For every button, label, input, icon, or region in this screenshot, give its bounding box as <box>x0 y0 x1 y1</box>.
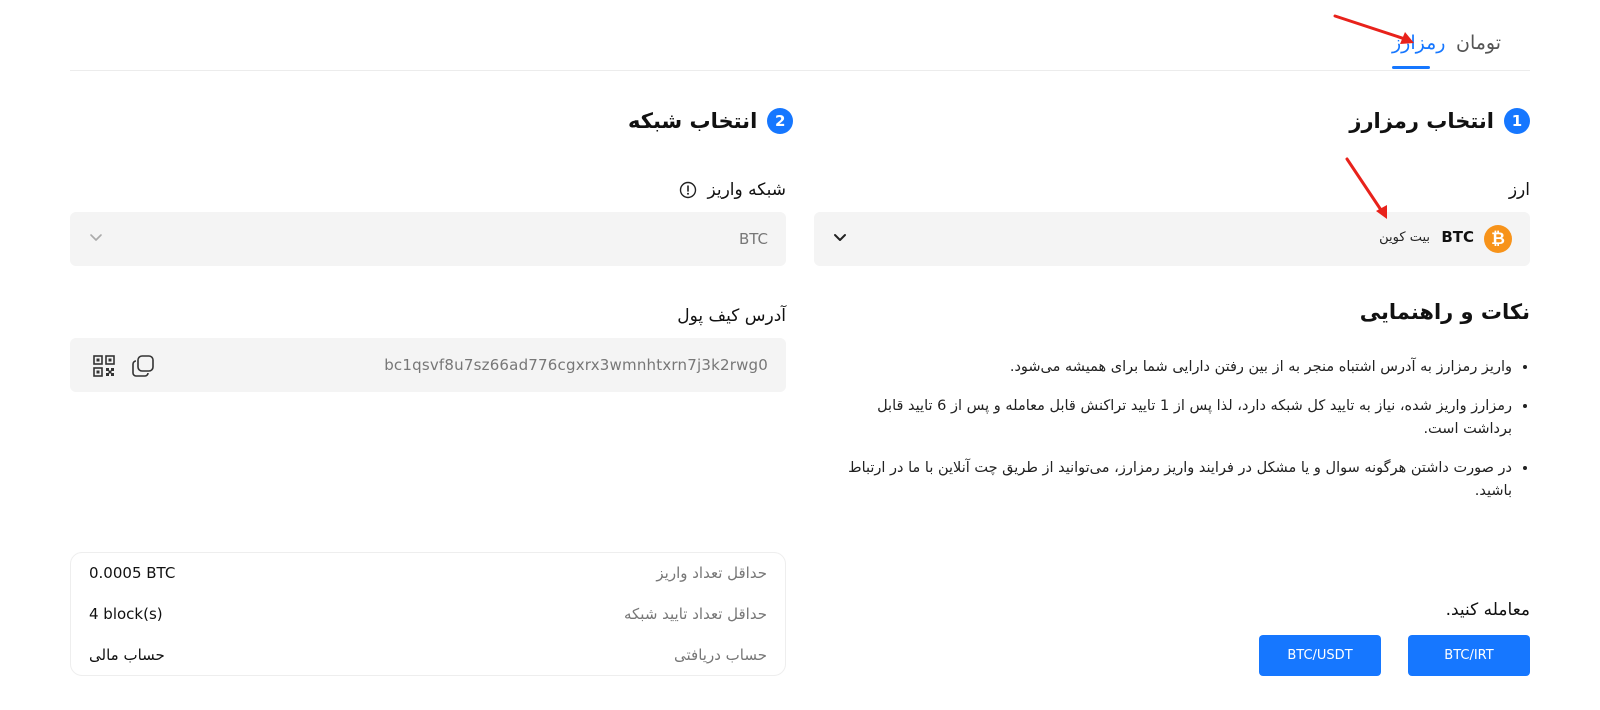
deposit-info-box: 0.0005 BTC حداقل تعداد واریز 4 block(s) … <box>70 552 786 676</box>
step-1-badge: 1 <box>1504 108 1530 134</box>
info-row-receiving-account: حساب مالی حساب دریافتی <box>89 643 767 667</box>
network-label-row: شبکه واریز <box>679 180 786 200</box>
step-2-heading: 2 انتخاب شبکه <box>628 108 794 134</box>
bitcoin-icon: ₿ <box>1484 225 1512 253</box>
active-tab-indicator <box>1392 66 1430 69</box>
network-select[interactable]: BTC <box>70 212 786 266</box>
chevron-down-icon[interactable] <box>832 229 848 245</box>
trade-label: معامله کنید. <box>1445 600 1530 620</box>
info-label: حداقل تعداد تایید شبکه <box>623 605 767 623</box>
currency-name: بیت کوین <box>1379 230 1430 245</box>
tips-title: نکات و راهنمایی <box>1359 300 1530 324</box>
step-2-badge: 2 <box>767 108 794 134</box>
info-value: 4 block(s) <box>89 605 163 623</box>
tip-item: واریز رمزارز به آدرس اشتباه منجر به از ب… <box>830 356 1512 379</box>
info-icon[interactable] <box>679 181 697 199</box>
tips-list: واریز رمزارز به آدرس اشتباه منجر به از ب… <box>830 356 1530 519</box>
step-1-title: انتخاب رمزارز <box>1349 109 1494 133</box>
tabs-divider <box>70 70 1530 71</box>
trade-btc-usdt-button[interactable]: BTC/USDT <box>1259 635 1381 676</box>
chevron-down-icon[interactable] <box>88 229 104 245</box>
network-label: شبکه واریز <box>707 180 786 200</box>
info-row-min-confirmations: 4 block(s) حداقل تعداد تایید شبکه <box>89 602 767 626</box>
currency-symbol: BTC <box>1441 228 1474 246</box>
step-1-heading: 1 انتخاب رمزارز <box>1349 108 1530 134</box>
copy-icon[interactable] <box>130 353 156 379</box>
trade-btc-irt-button[interactable]: BTC/IRT <box>1408 635 1530 676</box>
tip-item: در صورت داشتن هرگونه سوال و یا مشکل در ف… <box>830 457 1512 503</box>
info-label: حساب دریافتی <box>674 646 767 664</box>
network-value: BTC <box>738 230 768 248</box>
info-value: 0.0005 BTC <box>89 564 176 582</box>
tab-crypto[interactable]: رمزارز <box>1392 32 1445 54</box>
step-2-title: انتخاب شبکه <box>628 109 758 133</box>
wallet-address-field: bc1qsvf8u7sz66ad776cgxrx3wmnhtxrn7j3k2rw… <box>70 338 786 392</box>
info-value: حساب مالی <box>89 646 165 664</box>
wallet-address-value[interactable]: bc1qsvf8u7sz66ad776cgxrx3wmnhtxrn7j3k2rw… <box>384 356 768 374</box>
info-label: حداقل تعداد واریز <box>656 564 767 582</box>
currency-label: ارز <box>1508 180 1530 200</box>
qr-code-icon[interactable] <box>92 354 116 378</box>
info-row-min-deposit: 0.0005 BTC حداقل تعداد واریز <box>89 561 767 585</box>
tip-item: رمزارز واریز شده، نیاز به تایید کل شبکه … <box>830 395 1512 441</box>
tab-toman[interactable]: تومان <box>1456 32 1501 54</box>
currency-select[interactable]: ₿ BTC بیت کوین <box>814 212 1530 266</box>
wallet-address-label: آدرس کیف پول <box>677 306 786 326</box>
